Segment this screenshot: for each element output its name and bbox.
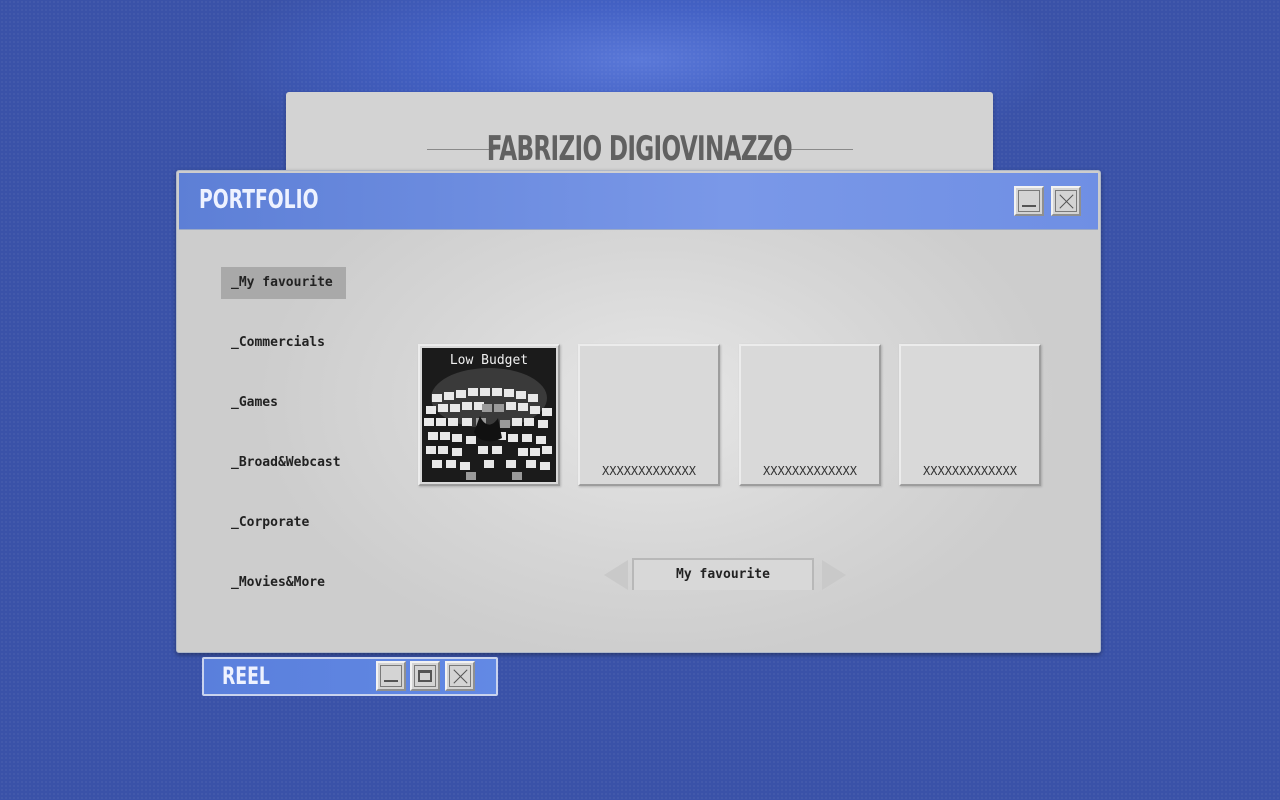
nav-item-commercials[interactable]: _Commercials bbox=[221, 327, 346, 359]
category-pager: My favourite bbox=[604, 558, 846, 592]
thumbnail-caption: XXXXXXXXXXXXX bbox=[763, 464, 857, 478]
site-title-row: FABRIZIO DIGIOVINAZZO bbox=[0, 124, 1280, 174]
portfolio-window: PORTFOLIO _My favourite _Commercials _Ga… bbox=[176, 170, 1101, 653]
arrow-left-icon[interactable] bbox=[604, 560, 628, 590]
close-button[interactable] bbox=[1051, 186, 1081, 216]
minimize-button[interactable] bbox=[376, 661, 406, 691]
category-nav: _My favourite _Commercials _Games _Broad… bbox=[221, 267, 351, 627]
minimize-icon bbox=[380, 665, 402, 687]
thumbnail-caption: XXXXXXXXXXXXX bbox=[602, 464, 696, 478]
reel-window-minimized[interactable]: REEL bbox=[202, 657, 498, 696]
nav-item-broad-webcast[interactable]: _Broad&Webcast bbox=[221, 447, 346, 479]
close-icon bbox=[1055, 190, 1077, 212]
close-icon bbox=[449, 665, 471, 687]
nav-item-corporate[interactable]: _Corporate bbox=[221, 507, 346, 539]
close-button[interactable] bbox=[445, 661, 475, 691]
reel-title: REEL bbox=[222, 662, 270, 690]
maximize-button[interactable] bbox=[410, 661, 440, 691]
minimize-button[interactable] bbox=[1014, 186, 1044, 216]
thumbnail-caption: XXXXXXXXXXXXX bbox=[923, 464, 1017, 478]
low-budget-artwork bbox=[422, 348, 556, 482]
arrow-right-icon[interactable] bbox=[822, 560, 846, 590]
thumbnail-placeholder[interactable]: XXXXXXXXXXXXX bbox=[739, 344, 881, 486]
nav-item-movies-more[interactable]: _Movies&More bbox=[221, 567, 346, 599]
thumbnail-low-budget[interactable]: Low Budget bbox=[418, 344, 560, 486]
maximize-icon bbox=[414, 665, 436, 687]
minimize-icon bbox=[1018, 190, 1040, 212]
pager-label: My favourite bbox=[632, 558, 814, 590]
thumbnail-image: Low Budget bbox=[422, 348, 556, 482]
portfolio-titlebar[interactable]: PORTFOLIO bbox=[179, 173, 1098, 230]
thumbnail-placeholder[interactable]: XXXXXXXXXXXXX bbox=[578, 344, 720, 486]
title-rule-left bbox=[426, 148, 495, 150]
thumbnail-placeholder[interactable]: XXXXXXXXXXXXX bbox=[899, 344, 1041, 486]
nav-item-my-favourite[interactable]: _My favourite bbox=[221, 267, 346, 299]
thumbnail-title: Low Budget bbox=[449, 353, 529, 368]
nav-item-games[interactable]: _Games bbox=[221, 387, 346, 419]
site-title: FABRIZIO DIGIOVINAZZO bbox=[486, 129, 792, 169]
portfolio-title: PORTFOLIO bbox=[199, 185, 319, 215]
